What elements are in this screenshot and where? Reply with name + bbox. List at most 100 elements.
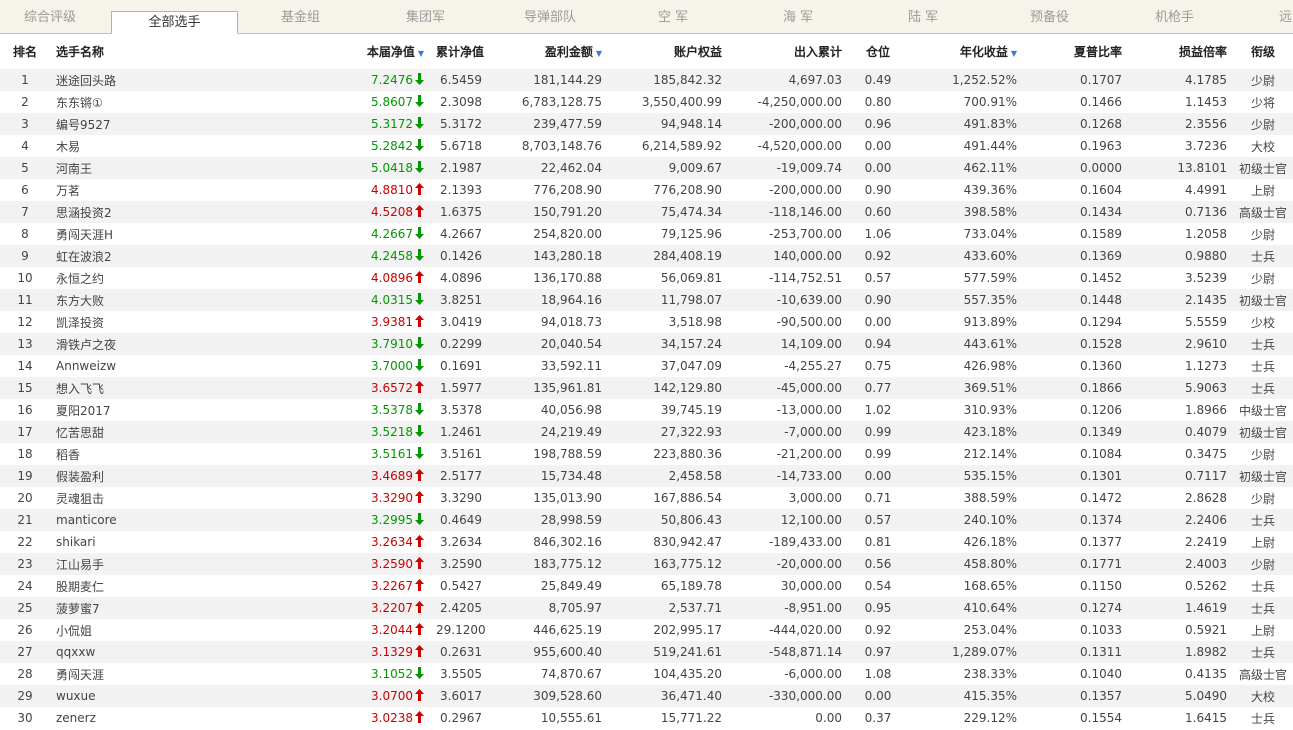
nav-cell: 4.2667 [200, 223, 430, 245]
inout-cell: -200,000.00 [768, 183, 842, 197]
player-name[interactable]: 东东锵① [50, 91, 200, 113]
tab-navy[interactable]: 海 军 [783, 0, 813, 33]
player-name[interactable]: 凯泽投资 [50, 311, 200, 333]
player-name[interactable]: 思涵投资2 [50, 201, 200, 223]
header-equity[interactable]: 账户权益 [608, 34, 728, 69]
table-row[interactable]: 29 wuxue 3.0700 3.6017 309,528.60 36,471.40 -3… [0, 685, 1293, 707]
player-name[interactable]: 江山易手 [50, 553, 200, 575]
player-name[interactable]: wuxue [50, 685, 200, 707]
table-row[interactable]: 22 shikari 3.2634 3.2634 846,302.16 830,942.4… [0, 531, 1293, 553]
player-name[interactable]: 忆苦思甜 [50, 421, 200, 443]
header-name[interactable]: 选手名称 [50, 34, 200, 69]
player-name[interactable]: qqxxw [50, 641, 200, 663]
header-annual[interactable]: 年化收益 ▼ [908, 34, 1023, 69]
tab-fund-group[interactable]: 基金组 [281, 0, 320, 33]
header-profit[interactable]: 盈利金额 ▼ [488, 34, 608, 69]
table-row[interactable]: 13 滑铁卢之夜 3.7910 0.2299 20,040.54 34,157.24 14,… [0, 333, 1293, 355]
player-name[interactable]: 假装盈利 [50, 465, 200, 487]
table-row[interactable]: 28 勇闯天涯 3.1052 3.5505 74,870.67 104,435.20 -6,… [0, 663, 1293, 685]
annual-return-cell: 913.89% [963, 315, 1017, 329]
header-rank[interactable]: 排名 [0, 34, 50, 69]
tab-army[interactable]: 陆 军 [908, 0, 938, 33]
player-name[interactable]: 万茗 [50, 179, 200, 201]
player-name[interactable]: 滑铁卢之夜 [50, 333, 200, 355]
tab-reserve[interactable]: 预备役 [1030, 0, 1069, 33]
table-row[interactable]: 23 江山易手 3.2590 3.2590 183,775.12 163,775.12 -2… [0, 553, 1293, 575]
header-sharpe[interactable]: 夏普比率 [1023, 34, 1128, 69]
table-row[interactable]: 20 灵魂狙击 3.3290 3.3290 135,013.90 167,886.54 3,… [0, 487, 1293, 509]
sharpe-cell: 0.1294 [1080, 315, 1122, 329]
player-name[interactable]: 股期麦仁 [50, 575, 200, 597]
table-row[interactable]: 10 永恒之约 4.0896 4.0896 136,170.88 56,069.81 -11… [0, 267, 1293, 289]
table-row[interactable]: 24 股期麦仁 3.2267 0.5427 25,849.49 65,189.78 30,0… [0, 575, 1293, 597]
table-row[interactable]: 26 小侃姐 3.2044 29.1200 446,625.19 202,995.17 -4… [0, 619, 1293, 641]
nav-value: 4.5208 [371, 205, 413, 219]
table-row[interactable]: 1 迷途回头路 7.2476 6.5459 181,144.29 185,842.32 4,… [0, 69, 1293, 91]
player-name[interactable]: 迷途回头路 [50, 69, 200, 91]
player-name[interactable]: 稻香 [50, 443, 200, 465]
player-name[interactable]: Annweizw [50, 355, 200, 377]
player-name[interactable]: 编号9527 [50, 113, 200, 135]
player-name[interactable]: 永恒之约 [50, 267, 200, 289]
table-row[interactable]: 15 想入飞飞 3.6572 1.5977 135,961.81 142,129.80 -4… [0, 377, 1293, 399]
header-cumnav[interactable]: 累计净值 [430, 34, 488, 69]
table-row[interactable]: 17 忆苦思甜 3.5218 1.2461 24,219.49 27,322.93 -7,0… [0, 421, 1293, 443]
rank-cell: 26 [17, 623, 33, 637]
player-name[interactable]: 河南王 [50, 157, 200, 179]
player-name[interactable]: manticore [50, 509, 200, 531]
header-nav[interactable]: 本届净值 ▼ [200, 34, 430, 69]
tab-army-group[interactable]: 集团军 [406, 0, 445, 33]
profit-cell: 181,144.29 [488, 69, 608, 91]
table-row[interactable]: 16 夏阳2017 3.5378 3.5378 40,056.98 39,745.19 -1… [0, 399, 1293, 421]
tab-air-force[interactable]: 空 军 [658, 0, 688, 33]
table-row[interactable]: 7 思涵投资2 4.5208 1.6375 150,791.20 75,474.34 -11… [0, 201, 1293, 223]
player-name[interactable]: shikari [50, 531, 200, 553]
tab-more[interactable]: 远 [1279, 0, 1292, 33]
header-pl[interactable]: 损益倍率 [1128, 34, 1233, 69]
tab-machine-gunner[interactable]: 机枪手 [1155, 0, 1194, 33]
table-row[interactable]: 18 稻香 3.5161 3.5161 198,788.59 223,880.36 -21,… [0, 443, 1293, 465]
equity-cell: 79,125.96 [660, 227, 722, 241]
player-name[interactable]: 灵魂狙击 [50, 487, 200, 509]
header-position[interactable]: 仓位 [848, 34, 908, 69]
player-name[interactable]: 想入飞飞 [50, 377, 200, 399]
annual-return-cell: 410.64% [908, 597, 1023, 619]
nav-value: 3.7000 [371, 359, 413, 373]
player-name[interactable]: 夏阳2017 [50, 399, 200, 421]
player-name[interactable]: 虹在波浪2 [50, 245, 200, 267]
player-name[interactable]: 木易 [50, 135, 200, 157]
table-row[interactable]: 11 东方大败 4.0315 3.8251 18,964.16 11,798.07 -10,… [0, 289, 1293, 311]
table-row[interactable]: 19 假装盈利 3.4689 2.5177 15,734.48 2,458.58 -14,7… [0, 465, 1293, 487]
table-row[interactable]: 27 qqxxw 3.1329 0.2631 955,600.40 519,241.61-… [0, 641, 1293, 663]
header-inout[interactable]: 出入累计 [728, 34, 848, 69]
rank-cell: 25 [0, 597, 50, 619]
player-name[interactable]: 勇闯天涯H [50, 223, 200, 245]
annual-return-cell: 443.61% [908, 333, 1023, 355]
arrow-up-icon [415, 601, 424, 613]
table-row[interactable]: 2 东东锵① 5.8607 2.3098 6,783,128.75 3,550,400.9… [0, 91, 1293, 113]
tab-comprehensive-rating[interactable]: 综合评级 [24, 0, 76, 33]
pl-ratio-cell: 4.4991 [1185, 183, 1227, 197]
table-row[interactable]: 14 Annweizw 3.7000 0.1691 33,592.11 37,047.09… [0, 355, 1293, 377]
header-title[interactable]: 衔级 [1233, 34, 1293, 69]
profit-cell: 8,705.97 [488, 597, 608, 619]
arrow-down-icon [415, 117, 424, 129]
table-row[interactable]: 30 zenerz 3.0238 0.2967 10,555.61 15,771.22 0.… [0, 707, 1293, 729]
table-row[interactable]: 8 勇闯天涯H 4.2667 4.2667 254,820.00 79,125.96 -25… [0, 223, 1293, 245]
tab-missile-force[interactable]: 导弹部队 [524, 0, 576, 33]
tab-all-players[interactable]: 全部选手 [111, 11, 238, 34]
table-row[interactable]: 9 虹在波浪2 4.2458 0.1426 143,280.18 284,408.19 14… [0, 245, 1293, 267]
table-row[interactable]: 3 编号9527 5.3172 5.3172 239,477.59 94,948.14 -2… [0, 113, 1293, 135]
table-row[interactable]: 25 菠萝蜜7 3.2207 2.4205 8,705.97 2,537.71 -8,951… [0, 597, 1293, 619]
annual-return-cell: 229.12% [963, 711, 1017, 725]
table-row[interactable]: 6 万茗 4.8810 2.1393 776,208.90 776,208.90 -200,… [0, 179, 1293, 201]
table-row[interactable]: 4 木易 5.2842 5.6718 8,703,148.76 6,214,589.92 -… [0, 135, 1293, 157]
player-name[interactable]: 菠萝蜜7 [50, 597, 200, 619]
player-name[interactable]: 东方大败 [50, 289, 200, 311]
table-row[interactable]: 12 凯泽投资 3.9381 3.0419 94,018.73 3,518.98 -90,5… [0, 311, 1293, 333]
player-name[interactable]: 小侃姐 [50, 619, 200, 641]
player-name[interactable]: zenerz [50, 707, 200, 729]
table-row[interactable]: 21 manticore 3.2995 0.4649 28,998.59 50,806.4… [0, 509, 1293, 531]
table-row[interactable]: 5 河南王 5.0418 2.1987 22,462.04 9,009.67 -19,009… [0, 157, 1293, 179]
player-name[interactable]: 勇闯天涯 [50, 663, 200, 685]
